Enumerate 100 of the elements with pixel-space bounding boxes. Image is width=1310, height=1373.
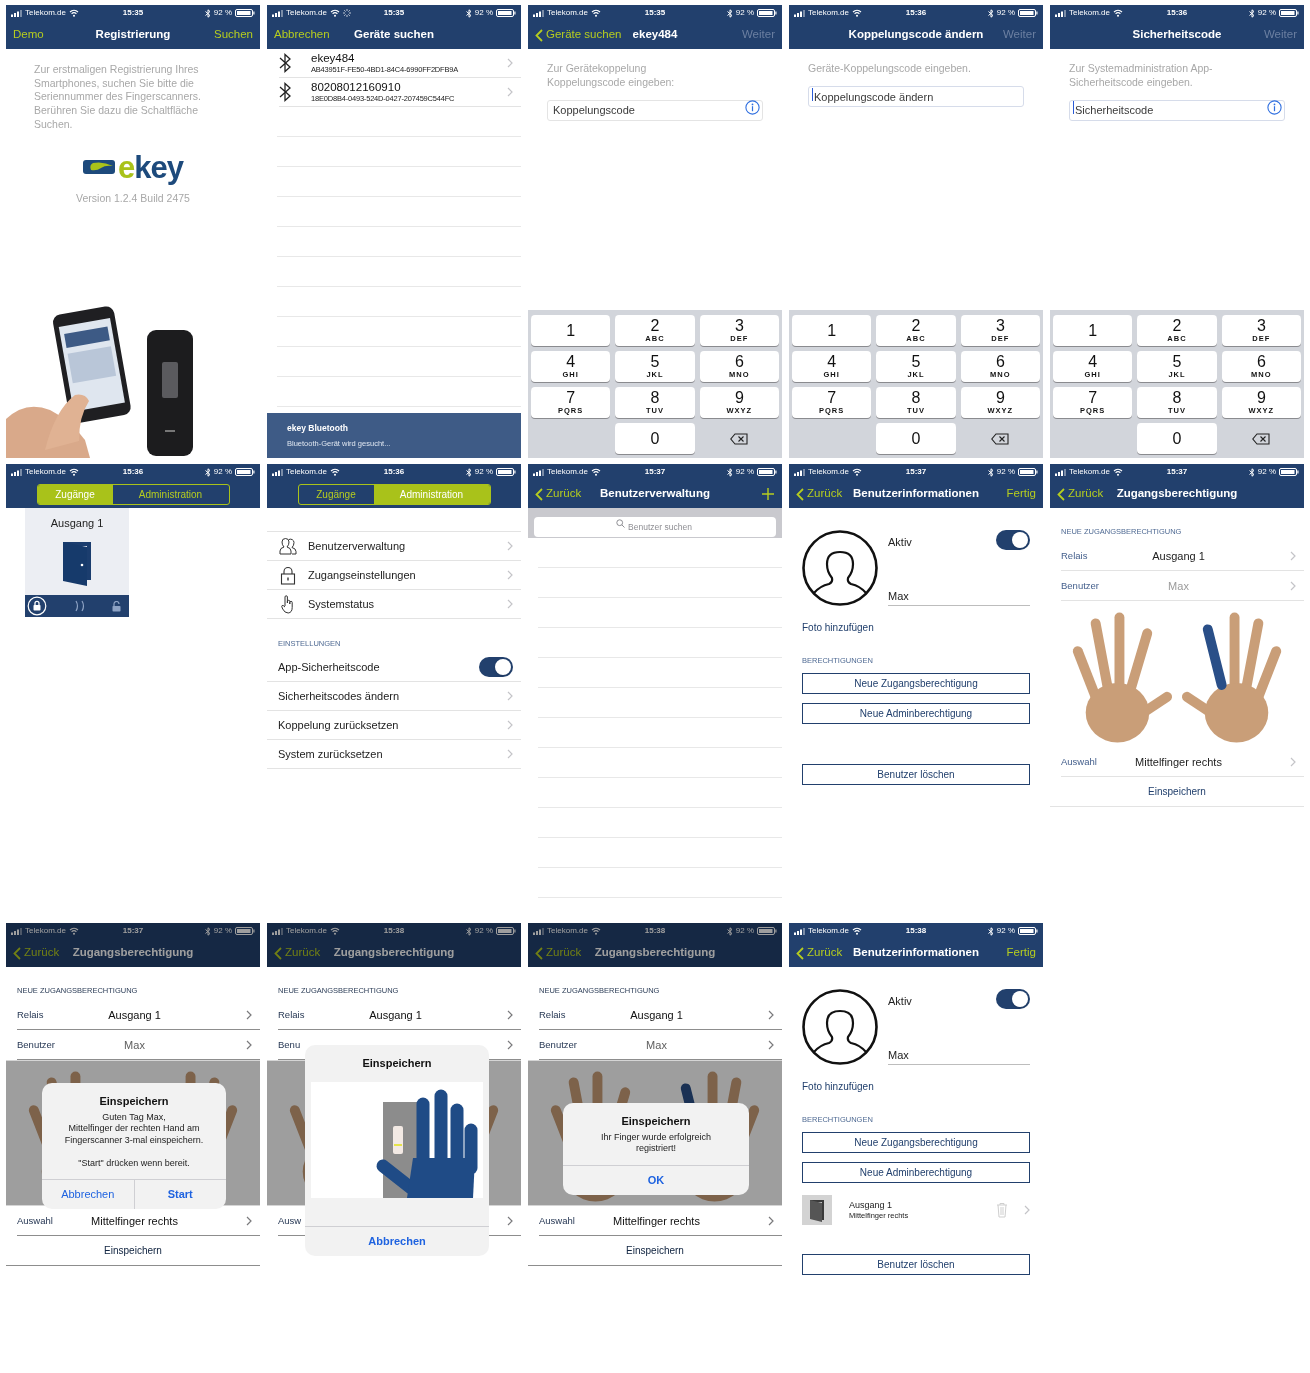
row-value[interactable]: Max (646, 1036, 667, 1053)
wifi-icon (68, 9, 79, 17)
back-button[interactable]: Zurück (535, 485, 582, 503)
chevron-icon (507, 541, 513, 551)
back-chevron-icon[interactable] (535, 28, 543, 42)
row-value[interactable]: Mittelfinger rechts (91, 1212, 178, 1229)
delete-key-icon[interactable] (730, 432, 749, 445)
delete-key-icon[interactable] (1252, 432, 1271, 445)
back-button[interactable]: Zurück (796, 944, 843, 962)
lock-icon (280, 565, 296, 585)
dialog-button[interactable]: Abbrechen (42, 1180, 134, 1209)
outline-button[interactable]: Neue Adminberechtigung (802, 703, 1030, 725)
back-button[interactable]: Zurück (796, 485, 843, 503)
delete-key-icon[interactable] (991, 432, 1010, 445)
keypad-key[interactable]: 1 (792, 315, 872, 346)
bluetooth-icon (987, 8, 994, 18)
dialog-button[interactable]: OK (563, 1165, 749, 1195)
unlock-icon[interactable] (112, 600, 121, 612)
back-button[interactable]: Zurück (1057, 485, 1104, 503)
battery-icon (235, 9, 255, 17)
back-chevron-icon[interactable] (796, 946, 804, 960)
toggle-switch[interactable] (996, 989, 1030, 1009)
outline-button[interactable]: Neue Zugangsberechtigung (802, 673, 1030, 695)
name-field[interactable]: Max (888, 1046, 1030, 1065)
row-label: Benutzer (539, 1037, 579, 1052)
keypad-key[interactable]: 1 (531, 315, 611, 346)
nav-button[interactable]: Fertig (1006, 944, 1036, 962)
back-chevron-icon[interactable] (535, 487, 543, 501)
setting-label[interactable]: Sicherheitscodes ändern (278, 688, 507, 705)
carrier-name: Telekom.de (808, 466, 849, 478)
keypad-key[interactable]: 1 (1053, 315, 1133, 346)
setting-label[interactable]: Koppelung zurücksetzen (278, 717, 507, 734)
name-field[interactable]: Max (888, 587, 1030, 606)
back-chevron-icon[interactable] (1057, 487, 1065, 501)
back-chevron-icon[interactable] (13, 946, 21, 960)
nav-button[interactable]: Fertig (1006, 485, 1036, 503)
toggle-switch[interactable] (996, 530, 1030, 550)
setting-label[interactable]: System zurücksetzen (278, 746, 507, 763)
access-tile[interactable]: Ausgang 1 (25, 508, 129, 617)
search-field[interactable]: Benutzer suchen (534, 517, 776, 537)
bluetooth-icon (1248, 467, 1255, 477)
delete-user-button[interactable]: Benutzer löschen (802, 764, 1030, 786)
segment-tab[interactable]: Zugänge (298, 484, 374, 504)
back-chevron-icon[interactable] (535, 946, 543, 960)
chevron-icon (507, 1039, 513, 1050)
permission-title[interactable]: Ausgang 1 (849, 1200, 996, 1210)
row-value[interactable]: Mittelfinger rechts (1135, 753, 1222, 770)
nav-button[interactable]: Suchen (214, 26, 253, 44)
code-field[interactable]: Koppelungscode (547, 99, 763, 121)
bluetooth-icon (204, 926, 211, 936)
outline-button[interactable]: Neue Adminberechtigung (802, 1162, 1030, 1184)
outline-button[interactable]: Neue Zugangsberechtigung (802, 1132, 1030, 1154)
version-text: Version 1.2.4 Build 2475 (75, 190, 191, 206)
keypad-key[interactable]: 0 (876, 423, 956, 454)
chevron-icon (507, 87, 513, 97)
add-photo-link[interactable]: Foto hinzufügen (802, 620, 874, 635)
code-field[interactable]: Koppelungscode ändern (808, 86, 1024, 107)
save-link[interactable]: Einspeichern (104, 1243, 162, 1259)
save-link[interactable]: Einspeichern (626, 1243, 684, 1259)
save-link[interactable]: Einspeichern (1148, 784, 1206, 800)
keypad-key[interactable]: 0 (1137, 423, 1217, 454)
row-value[interactable]: Ausgang 1 (108, 1006, 161, 1023)
segment-tab[interactable]: Administration (112, 484, 229, 504)
keypad-key[interactable]: 0 (615, 423, 695, 454)
device-name[interactable]: ekey484 (311, 52, 507, 64)
toggle-switch[interactable] (479, 657, 513, 678)
avatar-placeholder-icon[interactable] (802, 989, 878, 1065)
search-icon (616, 518, 625, 528)
chevron-icon (768, 1039, 774, 1050)
back-chevron-icon[interactable] (274, 946, 282, 960)
row-value[interactable]: Ausgang 1 (1152, 547, 1205, 564)
lock-icon[interactable] (27, 596, 47, 616)
row-value[interactable]: Ausgang 1 (630, 1006, 683, 1023)
chevron-icon (1290, 756, 1296, 767)
carrier-name: Telekom.de (25, 925, 66, 937)
dialog-title: Einspeichern (620, 1114, 692, 1129)
status-time: 15:35 (383, 7, 405, 19)
dialog-button[interactable]: Abbrechen (305, 1226, 489, 1256)
info-icon[interactable] (745, 100, 760, 115)
row-value[interactable]: Mittelfinger rechts (613, 1212, 700, 1229)
row-value[interactable]: Ausgang 1 (369, 1006, 422, 1023)
info-icon[interactable] (1267, 100, 1282, 115)
nav-button[interactable]: Demo (13, 26, 44, 44)
add-icon[interactable] (761, 487, 775, 501)
menu-item[interactable]: Systemstatus (308, 595, 507, 613)
chevron-icon (246, 1039, 252, 1050)
menu-item[interactable]: Benutzerverwaltung (308, 537, 507, 555)
nav-button[interactable]: Abbrechen (274, 26, 330, 44)
code-field[interactable]: Sicherheitscode (1069, 99, 1285, 121)
device-name[interactable]: 80208012160910 (311, 81, 507, 93)
add-photo-link[interactable]: Foto hinzufügen (802, 1079, 874, 1094)
back-chevron-icon[interactable] (796, 487, 804, 501)
back-button[interactable]: Geräte suchen (535, 26, 622, 44)
avatar-placeholder-icon[interactable] (802, 530, 878, 606)
battery-percent: 92 % (996, 466, 1015, 478)
wifi-icon (68, 927, 79, 935)
menu-item[interactable]: Zugangseinstellungen (308, 566, 507, 584)
row-value[interactable]: Max (124, 1036, 145, 1053)
dialog-button[interactable]: Start (133, 1180, 226, 1209)
delete-user-button[interactable]: Benutzer löschen (802, 1254, 1030, 1276)
